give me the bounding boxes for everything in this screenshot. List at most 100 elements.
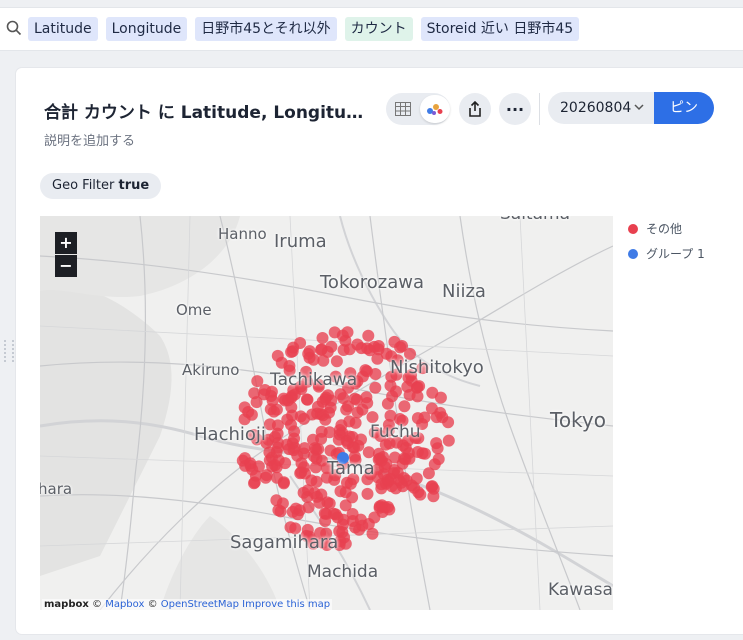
- store-marker-other[interactable]: [399, 442, 412, 454]
- store-marker-other[interactable]: [325, 340, 338, 353]
- share-button[interactable]: [459, 93, 491, 125]
- store-marker-other[interactable]: [442, 416, 455, 429]
- resize-grip[interactable]: [4, 340, 14, 362]
- store-marker-other[interactable]: [416, 447, 429, 460]
- store-marker-other[interactable]: [351, 338, 364, 351]
- card-title[interactable]: 合計 カウント に Latitude, Longitude ...: [44, 98, 374, 123]
- token-longitude[interactable]: Longitude: [105, 17, 188, 41]
- store-marker-other[interactable]: [330, 355, 343, 368]
- store-marker-other[interactable]: [427, 490, 440, 503]
- openstreetmap-link[interactable]: OpenStreetMap: [161, 599, 239, 610]
- store-marker-other[interactable]: [307, 433, 319, 446]
- store-marker-other[interactable]: [259, 471, 272, 484]
- pin-button[interactable]: ピン: [654, 92, 714, 124]
- store-marker-other[interactable]: [270, 494, 283, 507]
- description-input[interactable]: 説明を追加する: [44, 130, 135, 149]
- mapbox-link[interactable]: Mapbox: [105, 599, 144, 610]
- store-marker-other[interactable]: [369, 368, 382, 380]
- store-marker-other[interactable]: [426, 480, 439, 493]
- store-marker-other[interactable]: [387, 467, 400, 480]
- zoom-out-button[interactable]: −: [55, 255, 77, 277]
- store-marker-other[interactable]: [263, 446, 276, 459]
- map-view[interactable]: Saitama Hanno Iruma Tokorozawa Niiza Ome…: [40, 216, 613, 610]
- table-view-button[interactable]: [388, 95, 418, 123]
- store-marker-other[interactable]: [343, 415, 356, 428]
- store-marker-other[interactable]: [298, 447, 310, 460]
- legend-item-group1[interactable]: グループ 1: [628, 245, 705, 262]
- store-marker-other[interactable]: [333, 428, 346, 441]
- store-marker-other[interactable]: [279, 457, 292, 470]
- token-latitude[interactable]: Latitude: [28, 17, 98, 41]
- store-marker-other[interactable]: [442, 434, 455, 447]
- store-marker-other[interactable]: [339, 537, 352, 550]
- store-marker-other[interactable]: [403, 389, 416, 401]
- store-marker-other[interactable]: [375, 478, 388, 491]
- store-marker-other[interactable]: [238, 452, 251, 465]
- store-marker-other[interactable]: [315, 488, 328, 501]
- store-marker-other[interactable]: [271, 437, 284, 449]
- store-marker-other[interactable]: [394, 341, 407, 354]
- store-marker-other[interactable]: [413, 380, 426, 393]
- store-marker-other[interactable]: [324, 444, 337, 457]
- store-marker-other[interactable]: [325, 394, 338, 407]
- store-marker-other[interactable]: [363, 344, 376, 357]
- store-marker-other[interactable]: [398, 400, 411, 413]
- store-marker-other[interactable]: [288, 425, 301, 438]
- store-marker-other[interactable]: [295, 466, 308, 479]
- store-marker-other[interactable]: [302, 501, 315, 514]
- improve-map-link[interactable]: Improve this map: [242, 599, 330, 610]
- store-marker-other[interactable]: [350, 393, 363, 406]
- store-marker-other[interactable]: [305, 474, 318, 487]
- store-marker-other[interactable]: [328, 326, 341, 339]
- store-marker-other[interactable]: [346, 431, 359, 443]
- store-marker-other[interactable]: [432, 453, 445, 466]
- store-marker-other[interactable]: [294, 337, 307, 349]
- store-marker-other[interactable]: [285, 346, 298, 358]
- store-marker-other[interactable]: [351, 406, 364, 419]
- store-marker-other[interactable]: [376, 506, 389, 518]
- store-marker-other[interactable]: [369, 381, 382, 394]
- store-marker-other[interactable]: [266, 460, 279, 473]
- token-count[interactable]: カウント: [344, 17, 413, 41]
- store-marker-other[interactable]: [267, 405, 280, 418]
- store-marker-other[interactable]: [265, 390, 278, 402]
- geo-filter-chip[interactable]: Geo Filter true: [40, 173, 162, 199]
- store-marker-other[interactable]: [386, 390, 399, 403]
- store-marker-other[interactable]: [309, 461, 322, 474]
- store-marker-other[interactable]: [271, 349, 284, 362]
- store-marker-other[interactable]: [431, 442, 444, 455]
- legend-item-other[interactable]: その他: [628, 220, 705, 237]
- store-marker-other[interactable]: [388, 451, 401, 464]
- more-options-button[interactable]: ···: [499, 93, 531, 125]
- store-marker-other[interactable]: [361, 487, 374, 500]
- mapbox-logo[interactable]: mapbox: [44, 599, 89, 610]
- store-marker-other[interactable]: [425, 402, 438, 415]
- store-marker-other[interactable]: [289, 502, 302, 515]
- store-marker-other[interactable]: [277, 476, 290, 489]
- token-hino-group[interactable]: 日野市45とそれ以外: [195, 17, 337, 41]
- store-marker-other[interactable]: [283, 443, 296, 456]
- store-marker-other[interactable]: [316, 332, 329, 344]
- store-marker-other[interactable]: [315, 343, 328, 356]
- store-marker-other[interactable]: [317, 354, 330, 367]
- store-marker-other[interactable]: [426, 386, 439, 399]
- view-toggle[interactable]: [386, 93, 450, 125]
- store-marker-other[interactable]: [329, 508, 342, 521]
- store-marker-other[interactable]: [356, 519, 369, 532]
- date-select[interactable]: 20260804: [548, 92, 654, 124]
- store-marker-other[interactable]: [248, 477, 260, 490]
- store-marker-other[interactable]: [362, 446, 375, 459]
- store-marker-other[interactable]: [414, 488, 427, 501]
- store-marker-other[interactable]: [297, 412, 310, 425]
- search-bar[interactable]: Latitude Longitude 日野市45とそれ以外 カウント Store…: [0, 7, 743, 51]
- store-marker-other[interactable]: [300, 393, 313, 406]
- store-marker-other[interactable]: [238, 401, 251, 414]
- store-marker-other[interactable]: [297, 486, 310, 499]
- store-marker-other[interactable]: [312, 400, 324, 413]
- store-marker-other[interactable]: [285, 401, 298, 414]
- store-marker-other[interactable]: [362, 329, 375, 342]
- token-storeid-filter[interactable]: Storeid 近い 日野市45: [420, 17, 580, 41]
- zoom-in-button[interactable]: +: [55, 232, 77, 254]
- chart-view-button[interactable]: [420, 95, 450, 123]
- store-marker-other[interactable]: [348, 441, 361, 454]
